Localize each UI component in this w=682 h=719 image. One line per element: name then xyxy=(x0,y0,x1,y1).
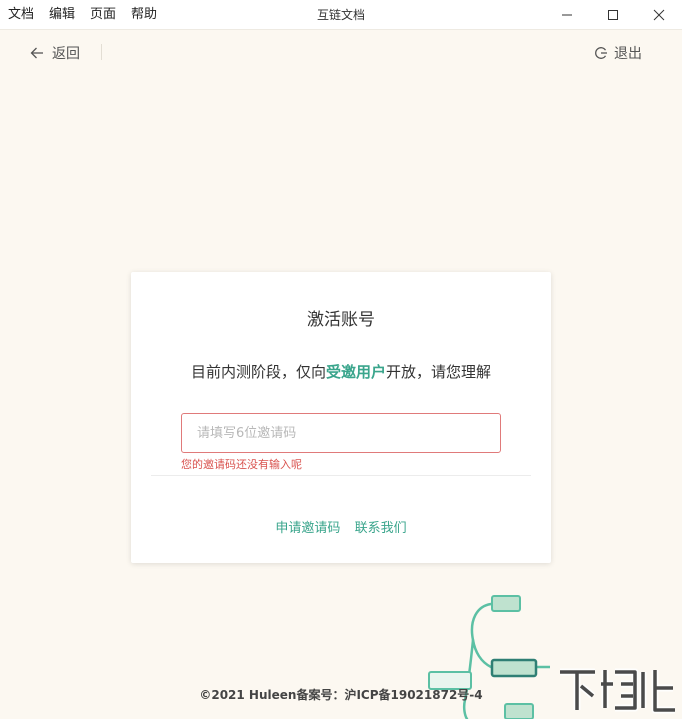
footer-icp: ©2021 Huleen备案号：沪ICP备19021872号-4 xyxy=(199,688,483,702)
minimize-icon xyxy=(562,14,572,16)
contact-us-link[interactable]: 联系我们 xyxy=(355,521,407,536)
activation-card: 激活账号 目前内测阶段，仅向受邀用户开放，请您理解 您的邀请码还没有输入呢 申请… xyxy=(131,272,551,563)
close-button[interactable] xyxy=(636,0,682,30)
desc-suffix: 开放，请您理解 xyxy=(386,363,492,381)
card-divider xyxy=(151,475,531,476)
minimize-button[interactable] xyxy=(544,0,590,30)
back-button[interactable]: 返回 xyxy=(30,42,80,64)
apply-invite-code-link[interactable]: 申请邀请码 xyxy=(275,521,340,536)
title-bar: 文档 编辑 页面 帮助 互链文档 xyxy=(0,0,682,30)
menu-item-document[interactable]: 文档 xyxy=(8,0,34,30)
logout-icon xyxy=(595,47,607,59)
nav-divider xyxy=(101,44,102,60)
arrow-left-icon xyxy=(30,47,43,59)
close-icon xyxy=(653,9,665,21)
card-title: 激活账号 xyxy=(307,310,375,330)
window-controls xyxy=(544,0,682,30)
card-links: 申请邀请码 联系我们 xyxy=(131,517,551,536)
desc-prefix: 目前内测阶段，仅向 xyxy=(190,363,326,381)
menu-item-help[interactable]: 帮助 xyxy=(131,0,157,30)
menu-item-edit[interactable]: 编辑 xyxy=(49,0,75,30)
error-message: 您的邀请码还没有输入呢 xyxy=(181,458,302,471)
logout-button[interactable]: 退出 xyxy=(594,42,642,64)
back-label: 返回 xyxy=(52,46,80,62)
menu-item-page[interactable]: 页面 xyxy=(90,0,116,30)
menu-bar: 文档 编辑 页面 帮助 xyxy=(8,0,172,30)
logout-label: 退出 xyxy=(614,46,642,62)
maximize-button[interactable] xyxy=(590,0,636,30)
maximize-icon xyxy=(608,10,618,20)
card-description: 目前内测阶段，仅向受邀用户开放，请您理解 xyxy=(131,361,551,382)
desc-highlight: 受邀用户 xyxy=(325,363,386,381)
invite-code-input[interactable] xyxy=(181,413,501,453)
